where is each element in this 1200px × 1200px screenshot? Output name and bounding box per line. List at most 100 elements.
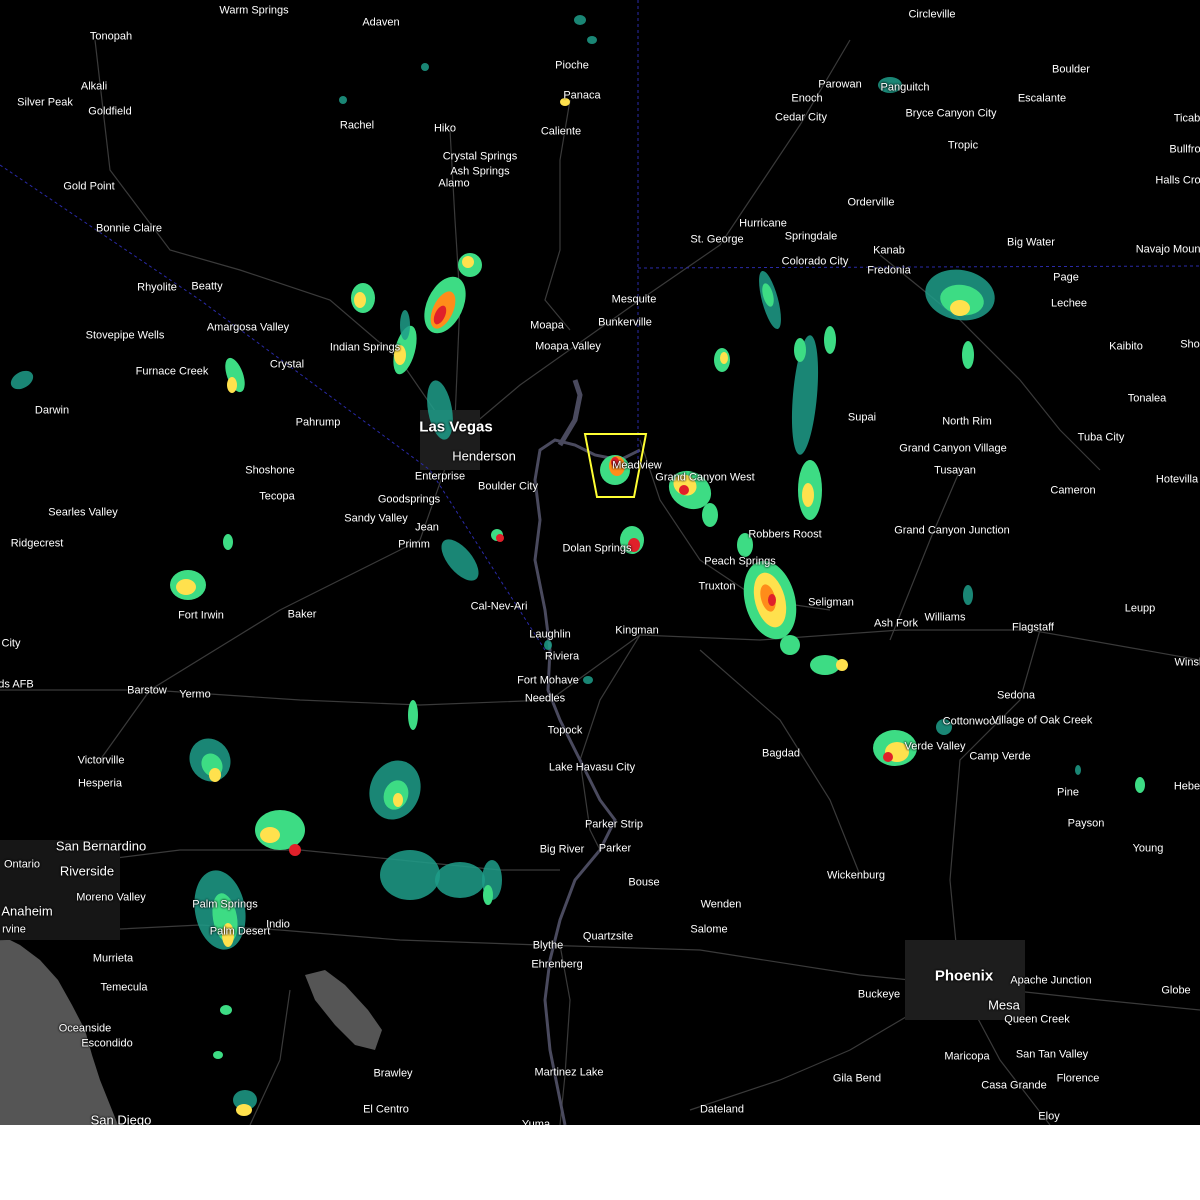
place-label-bagdad: Bagdad <box>762 747 800 760</box>
place-label-camp-verde: Camp Verde <box>969 750 1031 763</box>
radar-echo <box>220 1005 232 1015</box>
place-label-sandy-valley: Sandy Valley <box>344 512 408 525</box>
place-label-dolan-springs: Dolan Springs <box>562 542 632 555</box>
radar-echo <box>720 352 728 364</box>
place-label-wickenburg: Wickenburg <box>826 869 886 882</box>
place-label-lake-havasu-city: Lake Havasu City <box>548 761 636 774</box>
place-label-moapa: Moapa <box>530 319 564 332</box>
place-label-escondido: Escondido <box>81 1037 133 1050</box>
place-label-hurricane: Hurricane <box>739 217 787 230</box>
place-label-fort-mohave: Fort Mohave <box>517 674 579 687</box>
place-label-san-diego: San Diego <box>90 1112 152 1126</box>
place-label-truxton: Truxton <box>698 580 736 593</box>
place-label-tusayan: Tusayan <box>934 464 976 477</box>
place-label-tropic: Tropic <box>947 139 979 152</box>
place-label-moreno-valley: Moreno Valley <box>76 891 146 904</box>
footer-blank <box>0 1125 1200 1200</box>
place-label-grand-canyon-west: Grand Canyon West <box>655 471 755 484</box>
place-label-goodsprings: Goodsprings <box>377 493 441 506</box>
place-label-colorado-city: Colorado City <box>781 255 849 268</box>
place-label-alamo: Alamo <box>438 177 470 190</box>
place-label-jean: Jean <box>415 521 439 534</box>
place-label-pahrump: Pahrump <box>295 416 341 429</box>
place-label-village-of-oak-creek: Village of Oak Creek <box>991 714 1093 727</box>
place-label-st-george: St. George <box>690 233 744 246</box>
place-label-hotevilla: Hotevilla <box>1155 473 1199 486</box>
place-label-grand-canyon-village: Grand Canyon Village <box>899 442 1007 455</box>
radar-echo <box>380 850 440 900</box>
place-label-victorville: Victorville <box>77 754 125 767</box>
place-label-williams: Williams <box>924 611 966 624</box>
place-label-city: City <box>1 637 21 650</box>
place-label-parker-strip: Parker Strip <box>584 818 644 831</box>
place-label-shoshone: Shoshone <box>245 464 295 477</box>
place-label-indian-springs: Indian Springs <box>329 341 401 354</box>
radar-echo <box>10 370 34 390</box>
place-label-rachel: Rachel <box>339 119 375 132</box>
place-label-buckeye: Buckeye <box>857 988 901 1001</box>
place-label-big-river: Big River <box>539 843 585 856</box>
place-label-ticab: Ticab <box>1173 112 1200 125</box>
place-label-ds-afb: ds AFB <box>0 678 34 691</box>
place-label-gila-bend: Gila Bend <box>832 1072 882 1085</box>
place-label-las-vegas: Las Vegas <box>419 418 493 436</box>
colorado-river <box>533 379 641 1125</box>
place-label-sedona: Sedona <box>997 689 1035 702</box>
place-label-hiko: Hiko <box>433 122 457 135</box>
radar-echo <box>400 310 410 340</box>
place-label-grand-canyon-junction: Grand Canyon Junction <box>894 524 1010 537</box>
place-label-bullfro: Bullfro <box>1169 143 1200 156</box>
place-label-cedar-city: Cedar City <box>775 111 827 124</box>
place-label-palm-desert: Palm Desert <box>209 925 271 938</box>
radar-echo <box>794 338 806 362</box>
place-label-barstow: Barstow <box>127 684 167 697</box>
radar-echo <box>883 752 893 762</box>
place-label-phoenix: Phoenix <box>934 967 994 985</box>
place-label-bonnie-claire: Bonnie Claire <box>95 222 163 235</box>
place-label-san-tan-valley: San Tan Valley <box>1015 1048 1089 1061</box>
place-label-queen-creek: Queen Creek <box>1004 1013 1070 1026</box>
radar-echo <box>227 377 237 393</box>
place-label-page: Page <box>1053 271 1079 284</box>
place-label-primm: Primm <box>398 538 430 551</box>
radar-echo <box>393 793 403 807</box>
place-label-supai: Supai <box>847 411 877 424</box>
radar-echo <box>213 1051 223 1059</box>
place-label-pioche: Pioche <box>555 59 589 72</box>
place-label-young: Young <box>1132 842 1164 855</box>
place-label-rvine: rvine <box>2 923 26 936</box>
radar-map[interactable]: Warm Springs Adaven Tonopah Alkali Silver Pe… <box>0 0 1200 1125</box>
place-label-furnace-creek: Furnace Creek <box>135 365 209 378</box>
place-label-kanab: Kanab <box>873 244 905 257</box>
place-label-springdale: Springdale <box>784 230 838 243</box>
place-label-needles: Needles <box>524 692 566 705</box>
radar-echo <box>462 256 474 268</box>
place-label-stovepipe-wells: Stovepipe Wells <box>85 329 165 342</box>
radar-echo <box>289 844 301 856</box>
place-label-ash-fork: Ash Fork <box>873 617 919 630</box>
place-label-leupp: Leupp <box>1124 602 1156 615</box>
place-label-bunkerville: Bunkerville <box>598 316 652 329</box>
place-label-wenden: Wenden <box>700 898 742 911</box>
place-label-temecula: Temecula <box>100 981 148 994</box>
place-label-tecopa: Tecopa <box>259 490 295 503</box>
place-label-boulder: Boulder <box>1052 63 1090 76</box>
place-label-parker: Parker <box>598 842 632 855</box>
place-label-tuba-city: Tuba City <box>1077 431 1125 444</box>
place-label-adaven: Adaven <box>362 16 400 29</box>
place-label-amargosa-valley: Amargosa Valley <box>206 321 290 334</box>
place-label-escalante: Escalante <box>1017 92 1067 105</box>
place-label-silver-peak: Silver Peak <box>17 96 73 109</box>
radar-echo <box>583 676 593 684</box>
place-label-lechee: Lechee <box>1050 297 1088 310</box>
place-label-indio: Indio <box>266 918 290 931</box>
place-label-ontario: Ontario <box>3 858 41 871</box>
place-label-hebe: Hebe <box>1173 780 1200 793</box>
radar-echo <box>236 1104 252 1116</box>
place-label-searles-valley: Searles Valley <box>48 506 118 519</box>
place-label-blythe: Blythe <box>532 939 564 952</box>
place-label-alkali: Alkali <box>80 80 108 93</box>
place-label-ridgecrest: Ridgecrest <box>10 537 64 550</box>
radar-echo <box>587 36 597 44</box>
place-label-navajo-mountain: Navajo Mountain <box>1135 243 1200 256</box>
